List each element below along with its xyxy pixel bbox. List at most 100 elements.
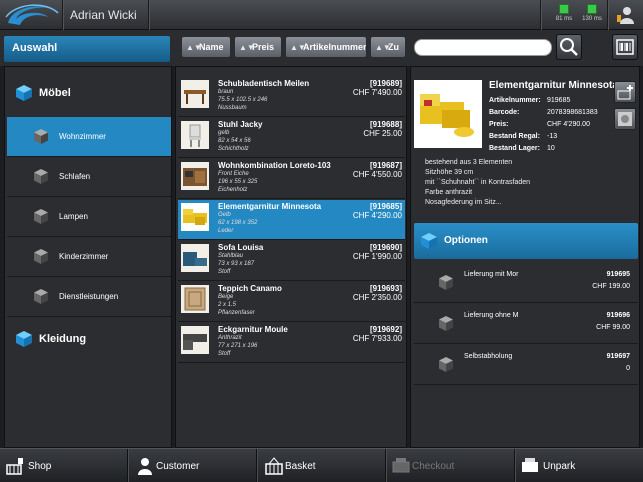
product-row-selected[interactable]: Elementgarnitur Minnesota [919685] CHF 4…	[178, 200, 405, 240]
detail-row: Artikelnummer: 919685	[489, 97, 570, 104]
search-icon	[560, 38, 578, 56]
product-thumbnail	[181, 121, 209, 149]
cube-icon	[439, 275, 453, 290]
product-price: CHF 4'550.00	[352, 170, 402, 179]
product-row[interactable]: Schubladentisch Meilen [919689] CHF 7'49…	[178, 77, 405, 117]
option-row[interactable]: Selbstabholung 919697 0	[414, 345, 638, 385]
option-price: CHF 99.00	[596, 324, 630, 331]
search-button[interactable]	[556, 34, 582, 60]
option-name: Lieferung mit Mor	[464, 271, 519, 278]
add-to-basket-button[interactable]	[614, 81, 636, 103]
signal-label: 81 ms	[555, 16, 573, 22]
cube-icon	[34, 289, 48, 304]
nav-basket[interactable]: Basket	[257, 449, 386, 482]
product-material: Nussbaum	[218, 105, 247, 111]
product-dimensions: 82 x 54 x 56	[218, 138, 251, 144]
cube-icon	[16, 85, 32, 101]
subcategory-lampen[interactable]: Lampen	[7, 197, 171, 237]
product-thumbnail	[181, 203, 209, 231]
option-row[interactable]: Lieferung mit Mor 919695 CHF 199.00	[414, 263, 638, 303]
nav-customer[interactable]: Customer	[128, 449, 257, 482]
subcategory-label: Dienstleistungen	[59, 292, 119, 301]
cabinet-icon	[183, 168, 207, 186]
subcategory-schlafen[interactable]: Schlafen	[7, 157, 171, 197]
gallery-icon	[618, 112, 632, 126]
cube-icon	[34, 249, 48, 264]
sort-label: Zu	[388, 42, 399, 52]
category-moebel[interactable]: Möbel	[9, 77, 169, 109]
detail-row: Bestand Lager: 10	[489, 145, 555, 152]
subcategory-kinderzimmer[interactable]: Kinderzimmer	[7, 237, 171, 277]
product-row[interactable]: Stuhl Jacky [919688] CHF 25.00 gelb 82 x…	[178, 118, 405, 158]
barcode-icon	[616, 39, 634, 55]
product-material: Leder	[218, 228, 234, 234]
product-image-gallery-button[interactable]	[614, 108, 636, 130]
product-row[interactable]: Wohnkombination Loreto-103 [919687] CHF …	[178, 159, 405, 199]
option-id: 919697	[606, 353, 630, 360]
category-kleidung[interactable]: Kleidung	[9, 323, 169, 355]
product-material: Eichenholz	[218, 187, 248, 193]
category-label: Kleidung	[39, 333, 87, 345]
product-name: Eckgarnitur Moule	[218, 325, 288, 334]
product-row[interactable]: Sofa Louisa [919690] CHF 1'990.00 Stahlb…	[178, 241, 405, 281]
product-row[interactable]: Teppich Canamo [919693] CHF 2'350.00 Bei…	[178, 282, 405, 322]
product-dimensions: 73 x 93 x 187	[218, 261, 255, 267]
description-line: mit ``Schuhnaht`` in Kontrasfaden	[425, 179, 531, 186]
subcategory-label: Kinderzimmer	[59, 252, 109, 261]
chair-icon	[189, 124, 201, 147]
person-icon	[138, 458, 152, 475]
category-panel: Möbel Wohnzimmer Schlafen Lampen Kinderz…	[4, 66, 172, 448]
nav-checkout[interactable]: Checkout	[386, 449, 515, 482]
product-name: Elementgarnitur Minnesota	[218, 202, 322, 211]
sort-name-button[interactable]: ▲▼Name	[181, 36, 231, 58]
rug-icon	[184, 287, 206, 311]
sort-more-button[interactable]: ▲▼Zu	[370, 36, 406, 58]
option-price: CHF 199.00	[592, 283, 630, 290]
options-title: Optionen	[444, 235, 488, 246]
cube-icon	[421, 233, 437, 249]
description-line: Sitzhöhe 39 cm	[425, 169, 474, 176]
product-row[interactable]: Eckgarnitur Moule [919692] CHF 7'933.00 …	[178, 323, 405, 363]
detail-label: Artikelnummer:	[489, 97, 541, 104]
nav-label: Unpark	[543, 461, 576, 472]
subcategory-wohnzimmer[interactable]: Wohnzimmer	[7, 117, 171, 157]
detail-label: Barcode:	[489, 109, 520, 116]
product-detail: Elementgarnitur Minnesota Artikelnummer:…	[410, 66, 640, 448]
nav-label: Basket	[285, 461, 316, 472]
signal-icon	[587, 4, 597, 14]
auswahl-tab[interactable]: Auswahl	[4, 36, 170, 62]
sort-price-button[interactable]: ▲▼Preis	[234, 36, 282, 58]
description-line: bestehend aus 3 Elementen	[425, 159, 513, 166]
cube-icon	[439, 357, 453, 372]
barcode-scan-button[interactable]	[612, 34, 638, 60]
unpark-icon	[522, 458, 538, 472]
option-row[interactable]: Lieferung ohne M 919696 CHF 99.00	[414, 304, 638, 344]
cube-icon	[439, 316, 453, 331]
bottom-nav: Shop Customer Basket Checkout Unpark	[0, 448, 643, 482]
option-price: 0	[626, 365, 630, 372]
options-header[interactable]: Optionen	[414, 223, 638, 259]
sort-label: Artikelnummer	[303, 42, 367, 52]
product-thumbnail	[181, 162, 209, 190]
product-id: [919690]	[369, 243, 402, 252]
table-icon	[184, 90, 206, 104]
search-input[interactable]	[414, 39, 552, 56]
product-color: braun	[218, 89, 234, 95]
subcategory-dienstleistungen[interactable]: Dienstleistungen	[7, 277, 171, 317]
product-dimensions: 2 x 1.5	[218, 302, 237, 308]
sofa-icon	[183, 209, 207, 225]
nav-shop[interactable]: Shop	[0, 449, 128, 482]
nav-unpark[interactable]: Unpark	[515, 449, 643, 482]
detail-row: Bestand Regal: -13	[489, 133, 557, 140]
nav-label: Shop	[28, 461, 52, 472]
product-name: Sofa Louisa	[218, 243, 264, 252]
product-material: Schichtholz	[218, 146, 249, 152]
signal-label: 130 ms	[582, 16, 602, 22]
product-price: CHF 4'290.00	[352, 211, 402, 220]
product-dimensions: 62 x 198 x 352	[218, 220, 258, 226]
product-price: CHF 7'490.00	[352, 88, 402, 97]
nav-label: Customer	[156, 461, 200, 472]
sort-article-number-button[interactable]: ▲▼Artikelnummer	[285, 36, 367, 58]
user-menu-icon[interactable]	[614, 4, 636, 26]
category-label: Möbel	[39, 87, 71, 99]
